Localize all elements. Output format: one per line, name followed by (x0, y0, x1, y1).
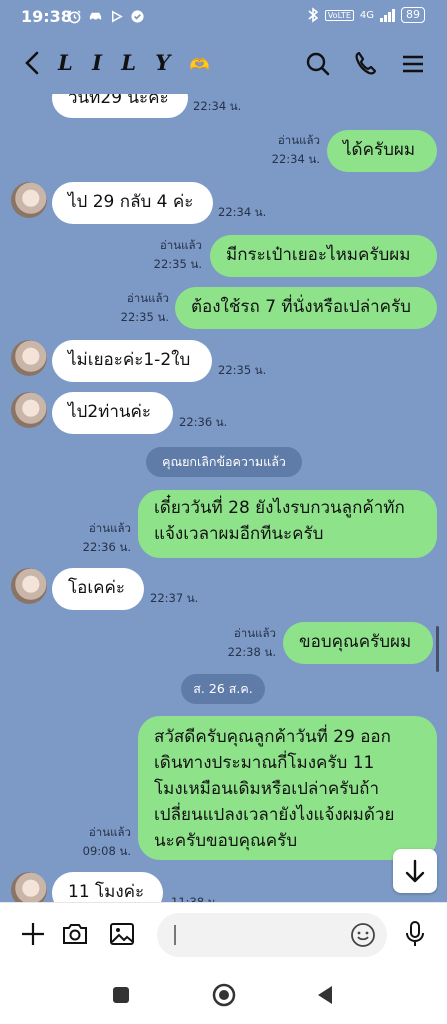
message-text-line: โมงเหมือนเดิมหรือเปล่าครับถ้า (154, 779, 379, 799)
avatar[interactable] (11, 568, 47, 604)
alarm-icon (68, 10, 81, 24)
date-divider: ส. 26 ส.ค. (181, 674, 265, 704)
message-time: 09:08 น. (82, 844, 131, 858)
signal-icon (380, 8, 395, 22)
message-time: 22:35 น. (218, 363, 267, 377)
message-time: 22:38 น. (227, 645, 276, 659)
message-text-line: เดินทางประมาณกี่โมงครับ 11 (154, 753, 375, 773)
message-bubble[interactable]: สวัสดีครับคุณลูกค้าวันที่ 29 ออก เดินทาง… (138, 716, 437, 860)
read-receipt: อ่านแล้ว (233, 626, 276, 640)
network-type: 4G (359, 9, 374, 21)
message-time: 22:34 น. (193, 99, 242, 113)
system-nav-bar (0, 966, 447, 1024)
emoji-icon[interactable] (350, 922, 376, 948)
home-icon[interactable] (212, 983, 236, 1007)
read-receipt: อ่านแล้ว (88, 825, 131, 839)
message-bubble[interactable]: ไม่เยอะค่ะ1-2ใบ (52, 340, 212, 382)
arrow-down-icon (405, 859, 425, 883)
text-caret (174, 925, 176, 945)
message-bubble[interactable]: เดี๋ยววันที่ 28 ยังไงรบกวนลูกค้าทัก แจ้ง… (138, 490, 437, 558)
message-text: ไป2ท่านค่ะ (68, 402, 152, 422)
message-bubble[interactable]: ได้ครับผม (327, 130, 437, 172)
message-bubble[interactable]: ไป2ท่านค่ะ (52, 392, 173, 434)
message-text: ต้องใช้รถ 7 ที่นั่งหรือเปล่าครับ (191, 297, 411, 317)
read-receipt: อ่านแล้ว (126, 291, 169, 305)
read-receipt: อ่านแล้ว (277, 133, 320, 147)
message-text-line: เดี๋ยววันที่ 28 ยังไงรบกวนลูกค้าทัก (154, 498, 405, 518)
message-text: โอเคค่ะ (68, 578, 126, 598)
message-time: 22:36 น. (82, 540, 131, 554)
image-icon[interactable] (107, 919, 137, 949)
search-icon[interactable] (303, 49, 333, 79)
scroll-to-bottom-button[interactable] (393, 849, 437, 893)
phone-icon[interactable] (351, 49, 381, 79)
bluetooth-icon (308, 7, 319, 23)
read-receipt: อ่านแล้ว (159, 238, 202, 252)
message-bubble[interactable]: โอเคค่ะ (52, 568, 144, 610)
plus-icon[interactable] (18, 919, 48, 949)
message-input[interactable] (157, 913, 387, 957)
message-text: 11 โมงค่ะ (68, 882, 145, 902)
message-time: 22:35 น. (153, 257, 202, 271)
scrollbar[interactable] (436, 626, 439, 672)
avatar[interactable] (11, 392, 47, 428)
message-bubble[interactable]: ต้องใช้รถ 7 ที่นั่งหรือเปล่าครับ (175, 287, 437, 329)
volte-badge: VoLTE (324, 9, 354, 21)
message-text: มีกระเป๋าเยอะไหมครับผม (226, 245, 411, 265)
play-store-icon (112, 10, 123, 23)
message-text: ได้ครับผม (343, 140, 416, 160)
message-text-line: เปลี่ยนแปลงเวลายังไงแจ้งผมด้วย (154, 805, 395, 825)
recents-icon[interactable] (111, 985, 131, 1005)
message-text-line: นะครับขอบคุณครับ (154, 831, 298, 851)
status-bar: 19:38 VoLTE 4G 89 (0, 0, 447, 34)
message-text: วันที่29 นะคะ (68, 94, 169, 108)
message-time: 22:37 น. (150, 591, 199, 605)
message-time: 22:34 น. (218, 205, 267, 219)
message-text: ไป 29 กลับ 4 ค่ะ (68, 192, 194, 212)
battery-icon: 89 (401, 7, 425, 23)
chat-header: L I L Y 🫶 (0, 34, 447, 94)
microphone-icon[interactable] (400, 919, 430, 949)
message-bubble[interactable]: 11 โมงค่ะ (52, 872, 163, 902)
battery-level: 89 (406, 8, 420, 21)
avatar[interactable] (11, 340, 47, 376)
back-icon[interactable] (315, 983, 335, 1007)
message-text: ไม่เยอะค่ะ1-2ใบ (68, 350, 191, 370)
message-bubble[interactable]: มีกระเป๋าเยอะไหมครับผม (210, 235, 437, 277)
car-icon (89, 12, 102, 22)
message-time: 22:35 น. (120, 310, 169, 324)
menu-icon[interactable] (398, 49, 428, 79)
camera-icon[interactable] (60, 919, 90, 949)
avatar[interactable] (11, 182, 47, 218)
back-arrow-icon[interactable] (20, 48, 46, 78)
message-bubble[interactable]: ไป 29 กลับ 4 ค่ะ (52, 182, 213, 224)
shield-check-icon (131, 10, 144, 23)
message-time: 22:34 น. (271, 152, 320, 166)
message-time: 11:38 น. (171, 895, 220, 902)
status-time: 19:38 (21, 7, 72, 26)
message-time: 22:36 น. (179, 415, 228, 429)
message-input-bar (0, 902, 447, 967)
chat-area[interactable]: วันที่29 นะคะ 22:34 น. อ่านแล้ว 22:34 น.… (0, 94, 447, 902)
message-bubble[interactable]: ขอบคุณครับผม (283, 622, 433, 664)
message-text: ขอบคุณครับผม (299, 632, 412, 652)
read-receipt: อ่านแล้ว (88, 521, 131, 535)
unsend-notice: คุณยกเลิกข้อความแล้ว (146, 447, 302, 477)
chat-title: L I L Y 🫶 (58, 50, 210, 75)
message-text-line: แจ้งเวลาผมอีกทีนะครับ (154, 524, 324, 544)
avatar[interactable] (11, 872, 47, 902)
message-text-line: สวัสดีครับคุณลูกค้าวันที่ 29 ออก (154, 727, 391, 747)
message-bubble[interactable]: วันที่29 นะคะ (52, 94, 188, 118)
title-emoji: 🫶 (189, 55, 210, 74)
